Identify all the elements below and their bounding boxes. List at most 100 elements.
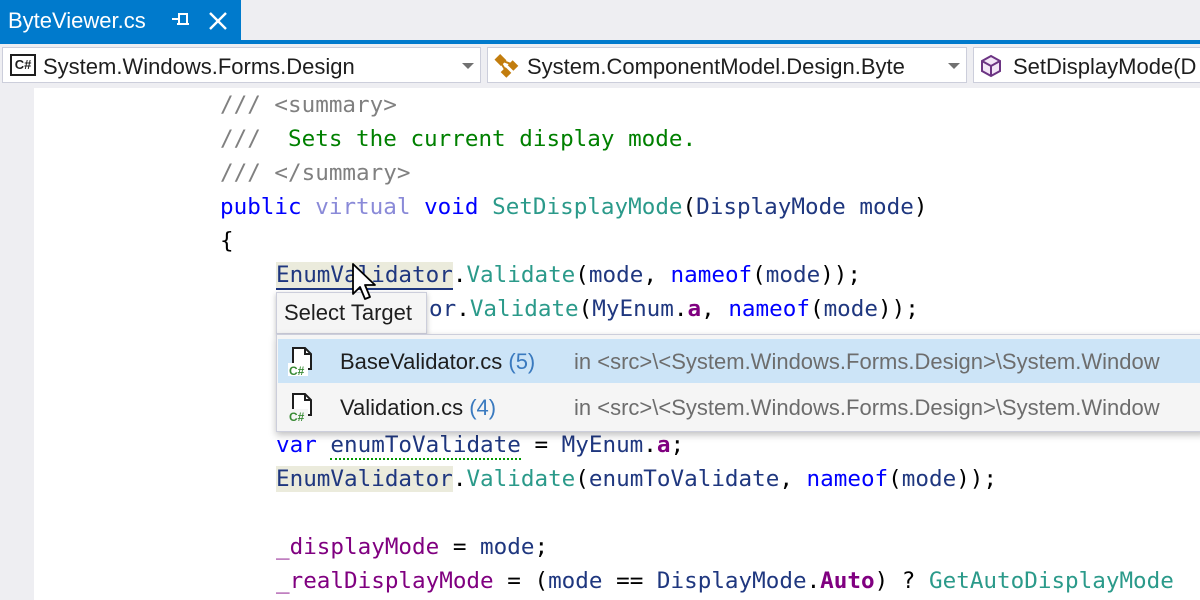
punctuation: ,: [701, 296, 729, 322]
enum-member: a: [656, 432, 671, 458]
result-file-path: in <src>\<System.Windows.Forms.Design>\S…: [574, 349, 1160, 374]
keyword: public: [220, 194, 302, 220]
keyword: virtual: [315, 194, 411, 220]
project-dropdown[interactable]: C# System.Windows.Forms.Design: [2, 47, 481, 83]
code-line: /// </summary>: [220, 156, 410, 190]
punctuation: ,: [643, 262, 671, 288]
punctuation: =: [439, 534, 481, 560]
type-name: DisplayMode: [656, 568, 807, 594]
punctuation: (: [575, 466, 589, 492]
type-dropdown[interactable]: System.ComponentModel.Design.Byte: [487, 47, 967, 83]
variable-name: enumToValidate: [588, 466, 780, 492]
punctuation: (: [682, 194, 697, 220]
class-icon: [494, 53, 519, 78]
member-dropdown-label: SetDisplayMode(D: [1013, 54, 1197, 79]
type-dropdown-label: System.ComponentModel.Design.Byte: [527, 54, 905, 79]
type-reference: EnumValidator: [276, 466, 453, 492]
keyword: var: [276, 432, 317, 458]
punctuation: .: [456, 296, 470, 322]
field-name: _displayMode: [276, 534, 440, 560]
punctuation: (: [575, 262, 589, 288]
doc-comment-tag: </summary>: [274, 160, 411, 186]
mouse-pointer-icon: [352, 263, 376, 300]
punctuation: (: [888, 466, 902, 492]
chevron-down-icon: [462, 63, 474, 69]
punctuation: ));: [820, 262, 861, 288]
project-dropdown-label: System.Windows.Forms.Design: [43, 54, 355, 79]
comment-prefix: ///: [220, 126, 289, 152]
code-line: or.Validate(MyEnum.a, nameof(mode));: [429, 292, 919, 326]
code-line: var enumToValidate = MyEnum.a;: [276, 428, 684, 462]
punctuation: ): [874, 568, 889, 594]
result-file-label: Validation.cs: [340, 395, 464, 420]
tab-title: ByteViewer.cs: [8, 8, 146, 33]
punctuation: .: [452, 466, 467, 492]
pin-icon[interactable]: [170, 10, 192, 32]
result-count: (4): [469, 395, 497, 420]
punctuation: ));: [877, 296, 919, 322]
punctuation: =: [520, 432, 562, 458]
keyword: nameof: [806, 466, 889, 492]
enum-member: a: [687, 296, 702, 322]
punctuation: =: [493, 568, 535, 594]
parameter-name: mode: [859, 194, 914, 220]
method-call: Validate: [466, 262, 576, 288]
field-name: _realDisplayMode: [276, 568, 494, 594]
comment-prefix: ///: [220, 92, 275, 118]
method-call: Validate: [469, 296, 579, 322]
parameter-name: mode: [901, 466, 957, 492]
parameter-name: mode: [548, 568, 603, 594]
parameter-name: mode: [588, 262, 644, 288]
code-line: /// Sets the current display mode.: [220, 122, 696, 156]
type-name: DisplayMode: [696, 194, 846, 220]
operator: ==: [602, 568, 657, 594]
csharp-file-icon: C#: [288, 393, 312, 423]
code-line: {: [220, 224, 234, 258]
result-count: (5): [508, 349, 536, 374]
parameter-name: mode: [823, 296, 878, 322]
list-item[interactable]: C# BaseValidator.cs (5) in <src>\<System…: [278, 339, 1200, 383]
punctuation: (: [752, 262, 766, 288]
punctuation: (: [809, 296, 824, 322]
document-tab[interactable]: ByteViewer.cs: [0, 0, 241, 40]
keyword: void: [424, 194, 479, 220]
doc-comment-text: Sets the current display mode.: [288, 126, 697, 152]
code-line: /// <summary>: [220, 88, 397, 122]
close-icon[interactable]: [207, 10, 229, 32]
open-brace: {: [220, 228, 234, 254]
punctuation: ,: [779, 466, 807, 492]
code-line: _realDisplayMode = (mode == DisplayMode.…: [276, 564, 1174, 598]
comment-prefix: ///: [220, 160, 275, 186]
svg-text:C#: C#: [289, 410, 305, 423]
member-dropdown[interactable]: SetDisplayMode(D: [973, 47, 1200, 83]
punctuation: .: [806, 568, 821, 594]
navigation-bar: C# System.Windows.Forms.Design System.Co…: [0, 44, 1200, 88]
method-call: GetAutoDisplayMode: [929, 568, 1174, 594]
chevron-down-icon: [948, 63, 960, 69]
code-line: public virtual void SetDisplayMode(Displ…: [220, 190, 927, 224]
type-name: MyEnum: [561, 432, 644, 458]
result-file-label: BaseValidator.cs: [340, 349, 503, 374]
operator: ?: [888, 568, 930, 594]
punctuation: ): [913, 194, 928, 220]
punctuation: .: [673, 296, 688, 322]
method-icon: [981, 54, 1001, 78]
parameter-name: mode: [480, 534, 535, 560]
method-name: SetDisplayMode: [492, 194, 683, 220]
svg-text:C#: C#: [289, 364, 305, 377]
keyword: nameof: [728, 296, 810, 322]
csharp-file-icon: C#: [288, 347, 312, 377]
code-line: EnumValidator.Validate(enumToValidate, n…: [276, 462, 997, 496]
list-item[interactable]: C# Validation.cs (4) in <src>\<System.Wi…: [278, 385, 1200, 429]
punctuation: ));: [956, 466, 998, 492]
csharp-project-icon: C#: [10, 54, 36, 76]
punctuation: ;: [534, 534, 549, 560]
method-call: Validate: [466, 466, 576, 492]
punctuation: .: [643, 432, 657, 458]
code-line: _displayMode = mode;: [276, 530, 548, 564]
result-file-name: BaseValidator.cs (5): [340, 349, 535, 375]
punctuation: ;: [670, 432, 685, 458]
punctuation: (: [534, 568, 549, 594]
document-tab-strip: ByteViewer.cs: [0, 0, 1200, 40]
parameter-name: mode: [765, 262, 821, 288]
